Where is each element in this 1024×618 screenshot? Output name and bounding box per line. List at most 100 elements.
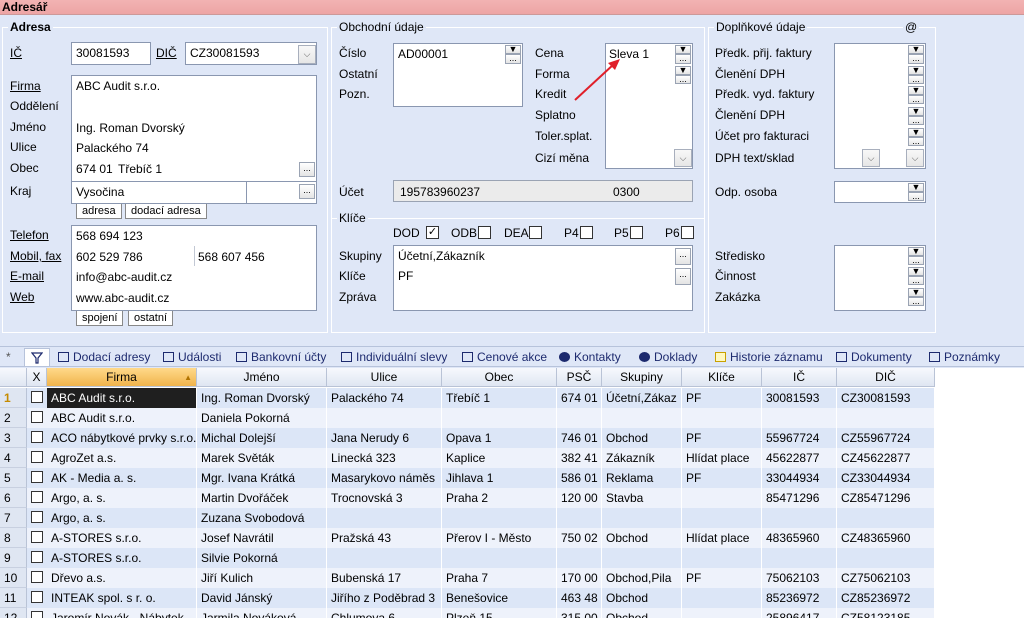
p6-checkbox[interactable] bbox=[681, 226, 694, 239]
cell-dic[interactable] bbox=[837, 548, 935, 568]
cell-psc[interactable]: 463 48 bbox=[557, 588, 602, 608]
p5-checkbox[interactable] bbox=[630, 226, 643, 239]
cell-obec[interactable]: Přerov I - Město bbox=[442, 528, 557, 548]
zakazka-ellipsis-icon[interactable]: ... bbox=[908, 297, 924, 306]
row-number[interactable]: 12 bbox=[0, 608, 27, 618]
cell-jmeno[interactable]: Josef Navrátil bbox=[197, 528, 327, 548]
cell-ic[interactable]: 33044934 bbox=[762, 468, 837, 488]
cell-dic[interactable]: CZ58123185 bbox=[837, 608, 935, 618]
table-row[interactable]: 2 ABC Audit s.r.o. Daniela Pokorná bbox=[0, 408, 935, 428]
row-number[interactable]: 5 bbox=[0, 468, 27, 488]
cell-ic[interactable]: 45622877 bbox=[762, 448, 837, 468]
cell-firma[interactable]: A-STORES s.r.o. bbox=[47, 528, 197, 548]
cell-dic[interactable] bbox=[837, 508, 935, 528]
cell-jmeno[interactable]: Mgr. Ivana Krátká bbox=[197, 468, 327, 488]
cell-ulice[interactable]: Palackého 74 bbox=[327, 388, 442, 408]
cell-jmeno[interactable]: Martin Dvořáček bbox=[197, 488, 327, 508]
dph-text-dropdown-icon[interactable]: ⌵ bbox=[862, 149, 880, 167]
cell-ulice[interactable]: Jana Nerudy 6 bbox=[327, 428, 442, 448]
kraj-ellipsis-icon[interactable]: ... bbox=[299, 184, 315, 199]
table-row[interactable]: 7 Argo, a. s. Zuzana Svobodová bbox=[0, 508, 935, 528]
cell-skupiny[interactable]: Účetní,Zákaz bbox=[602, 388, 682, 408]
cell-skupiny[interactable] bbox=[602, 548, 682, 568]
obec-ellipsis-icon[interactable]: ... bbox=[299, 162, 315, 177]
row-checkbox[interactable] bbox=[31, 591, 43, 603]
dea-checkbox[interactable] bbox=[529, 226, 542, 239]
row-number[interactable]: 1 bbox=[0, 388, 27, 408]
cell-skupiny[interactable]: Obchod bbox=[602, 608, 682, 618]
cislo-field[interactable]: AD00001 bbox=[393, 43, 523, 107]
forma-ellipsis-icon[interactable]: ... bbox=[675, 75, 691, 84]
ucet-fakturace-ellipsis-icon[interactable]: ... bbox=[908, 137, 924, 146]
tab-historie-zaznamu[interactable]: Historie záznamu bbox=[715, 348, 823, 366]
cell-skupiny[interactable]: Obchod bbox=[602, 428, 682, 448]
cell-ulice[interactable]: Pražská 43 bbox=[327, 528, 442, 548]
row-checkbox[interactable] bbox=[31, 471, 43, 483]
cell-psc[interactable]: 170 00 bbox=[557, 568, 602, 588]
column-header-obec[interactable]: Obec bbox=[442, 368, 557, 387]
table-row[interactable]: 9 A-STORES s.r.o. Silvie Pokorná bbox=[0, 548, 935, 568]
cell-jmeno[interactable]: David Jánský bbox=[197, 588, 327, 608]
cell-ic[interactable]: 85236972 bbox=[762, 588, 837, 608]
column-header-dic[interactable]: DIČ bbox=[837, 368, 935, 387]
row-number[interactable]: 9 bbox=[0, 548, 27, 568]
cinnost-ellipsis-icon[interactable]: ... bbox=[908, 276, 924, 285]
cell-skupiny[interactable] bbox=[602, 408, 682, 428]
cell-psc[interactable]: 315 00 bbox=[557, 608, 602, 618]
cell-firma[interactable]: AgroZet a.s. bbox=[47, 448, 197, 468]
cell-klice[interactable]: Hlídat place bbox=[682, 448, 762, 468]
cell-jmeno[interactable]: Daniela Pokorná bbox=[197, 408, 327, 428]
cell-ulice[interactable]: Masarykovo náměs bbox=[327, 468, 442, 488]
cell-ic[interactable] bbox=[762, 548, 837, 568]
column-header-ulice[interactable]: Ulice bbox=[327, 368, 442, 387]
cell-obec[interactable]: Opava 1 bbox=[442, 428, 557, 448]
table-row[interactable]: 1 ABC Audit s.r.o. Ing. Roman Dvorský Palac… bbox=[0, 388, 935, 408]
cell-firma[interactable]: INTEAK spol. s r. o. bbox=[47, 588, 197, 608]
cell-klice[interactable] bbox=[682, 488, 762, 508]
table-row[interactable]: 8 A-STORES s.r.o. Josef Navrátil Pražská 43… bbox=[0, 528, 935, 548]
cell-klice[interactable]: Hlídat place bbox=[682, 528, 762, 548]
cell-skupiny[interactable]: Zákazník bbox=[602, 448, 682, 468]
cell-klice[interactable] bbox=[682, 508, 762, 528]
cell-firma[interactable]: Argo, a. s. bbox=[47, 488, 197, 508]
tab-dodaci-adresy[interactable]: Dodací adresy bbox=[58, 348, 150, 366]
tab-cenove-akce[interactable]: Cenové akce bbox=[462, 348, 547, 366]
cell-klice[interactable] bbox=[682, 548, 762, 568]
cell-dic[interactable]: CZ85471296 bbox=[837, 488, 935, 508]
tab-dokumenty[interactable]: Dokumenty bbox=[836, 348, 912, 366]
cell-klice[interactable] bbox=[682, 608, 762, 618]
cell-ulice[interactable] bbox=[327, 408, 442, 428]
column-header-psc[interactable]: PSČ bbox=[557, 368, 602, 387]
cell-psc[interactable] bbox=[557, 408, 602, 428]
row-number[interactable]: 11 bbox=[0, 588, 27, 608]
row-number[interactable]: 7 bbox=[0, 508, 27, 528]
tab-kontakty[interactable]: Kontakty bbox=[559, 348, 621, 366]
cell-jmeno[interactable]: Marek Světák bbox=[197, 448, 327, 468]
cell-psc[interactable]: 750 02 bbox=[557, 528, 602, 548]
column-header-jmeno[interactable]: Jméno bbox=[197, 368, 327, 387]
cell-firma[interactable]: ABC Audit s.r.o. bbox=[47, 388, 197, 408]
cell-dic[interactable]: CZ45622877 bbox=[837, 448, 935, 468]
row-checkbox[interactable] bbox=[31, 411, 43, 423]
tab-bankovni-ucty[interactable]: Bankovní účty bbox=[236, 348, 326, 366]
cell-ic[interactable]: 30081593 bbox=[762, 388, 837, 408]
row-checkbox[interactable] bbox=[31, 491, 43, 503]
cell-skupiny[interactable]: Obchod bbox=[602, 528, 682, 548]
column-header-firma[interactable]: Firma ▲ bbox=[47, 368, 197, 387]
cell-ic[interactable] bbox=[762, 408, 837, 428]
table-row[interactable]: 4 AgroZet a.s. Marek Světák Linecká 323 Kapl… bbox=[0, 448, 935, 468]
cell-ulice[interactable]: Linecká 323 bbox=[327, 448, 442, 468]
stredisko-ellipsis-icon[interactable]: ... bbox=[908, 256, 924, 265]
cell-dic[interactable]: CZ55967724 bbox=[837, 428, 935, 448]
cell-obec[interactable] bbox=[442, 508, 557, 528]
cell-obec[interactable]: Benešovice bbox=[442, 588, 557, 608]
cell-firma[interactable]: Jaromír Novák - Nábytek bbox=[47, 608, 197, 618]
tab-poznamky[interactable]: Poznámky bbox=[929, 348, 1000, 366]
cell-ulice[interactable] bbox=[327, 548, 442, 568]
predk-prij-ellipsis-icon[interactable]: ... bbox=[908, 54, 924, 64]
cizi-mena-dropdown-icon[interactable]: ⌵ bbox=[674, 149, 692, 167]
cell-jmeno[interactable]: Jiří Kulich bbox=[197, 568, 327, 588]
at-icon[interactable]: @ bbox=[903, 20, 920, 34]
cell-ic[interactable]: 25896417 bbox=[762, 608, 837, 618]
row-number[interactable]: 2 bbox=[0, 408, 27, 428]
